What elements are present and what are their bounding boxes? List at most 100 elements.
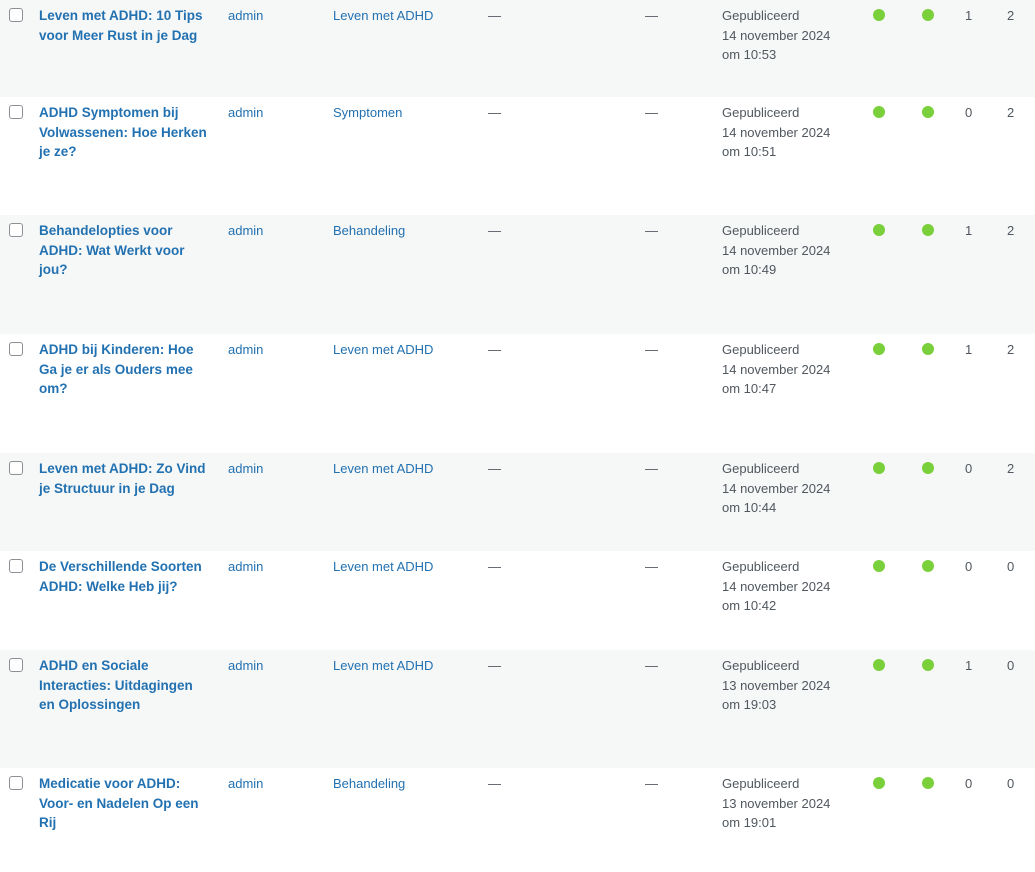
- post-title-link[interactable]: Leven met ADHD: Zo Vind je Structuur in …: [39, 459, 211, 498]
- category-link[interactable]: Leven met ADHD: [333, 557, 433, 577]
- author-link[interactable]: admin: [228, 656, 263, 676]
- seo-status-dot-icon: [873, 343, 885, 355]
- tags-value: —: [488, 559, 501, 574]
- author-link[interactable]: admin: [228, 221, 263, 241]
- status-text: Gepubliceerd: [722, 461, 800, 476]
- tags-value: —: [488, 776, 501, 791]
- comments-value: —: [645, 8, 658, 23]
- readability-status-dot-icon: [922, 777, 934, 789]
- tags-value: —: [488, 658, 501, 673]
- publish-date: Gepubliceerd 14 november 2024 om 10:51: [722, 103, 862, 162]
- publish-date: Gepubliceerd 13 november 2024 om 19:01: [722, 774, 862, 833]
- date-text: 14 november 2024: [722, 578, 831, 594]
- row-checkbox[interactable]: [9, 342, 23, 356]
- table-row: ADHD bij Kinderen: Hoe Ga je er als Oude…: [0, 334, 1035, 453]
- row-checkbox[interactable]: [9, 658, 23, 672]
- post-title-link[interactable]: ADHD en Sociale Interacties: Uitdagingen…: [39, 656, 211, 715]
- tags-value: —: [488, 461, 501, 476]
- count-value: 0: [1007, 658, 1015, 673]
- time-text: om 19:03: [722, 697, 777, 712]
- author-link[interactable]: admin: [228, 557, 263, 577]
- row-checkbox[interactable]: [9, 559, 23, 573]
- status-text: Gepubliceerd: [722, 105, 800, 120]
- post-title-link[interactable]: ADHD bij Kinderen: Hoe Ga je er als Oude…: [39, 340, 211, 399]
- readability-status-dot-icon: [922, 560, 934, 572]
- count-value: 1: [965, 658, 973, 673]
- comments-value: —: [645, 559, 658, 574]
- date-text: 14 november 2024: [722, 124, 831, 140]
- seo-status-dot-icon: [873, 659, 885, 671]
- count-value: 0: [965, 105, 973, 120]
- comments-value: —: [645, 342, 658, 357]
- count-value: 0: [1007, 776, 1015, 791]
- row-checkbox[interactable]: [9, 776, 23, 790]
- time-text: om 10:47: [722, 381, 777, 396]
- seo-status-dot-icon: [873, 560, 885, 572]
- seo-status-dot-icon: [873, 106, 885, 118]
- date-text: 14 november 2024: [722, 242, 831, 258]
- category-link[interactable]: Leven met ADHD: [333, 656, 433, 676]
- count-value: 2: [1007, 223, 1015, 238]
- seo-status-dot-icon: [873, 224, 885, 236]
- count-value: 1: [965, 223, 973, 238]
- category-link[interactable]: Behandeling: [333, 221, 405, 241]
- category-link[interactable]: Symptomen: [333, 103, 402, 123]
- count-value: 0: [965, 461, 973, 476]
- status-text: Gepubliceerd: [722, 342, 800, 357]
- row-checkbox[interactable]: [9, 461, 23, 475]
- seo-status-dot-icon: [873, 462, 885, 474]
- readability-status-dot-icon: [922, 462, 934, 474]
- time-text: om 19:01: [722, 815, 777, 830]
- publish-date: Gepubliceerd 13 november 2024 om 19:03: [722, 656, 862, 715]
- category-link[interactable]: Behandeling: [333, 774, 405, 794]
- category-link[interactable]: Leven met ADHD: [333, 340, 433, 360]
- status-text: Gepubliceerd: [722, 776, 800, 791]
- table-row: ADHD Symptomen bij Volwassenen: Hoe Herk…: [0, 97, 1035, 215]
- time-text: om 10:42: [722, 598, 777, 613]
- publish-date: Gepubliceerd 14 november 2024 om 10:42: [722, 557, 862, 616]
- post-title-link[interactable]: Leven met ADHD: 10 Tips voor Meer Rust i…: [39, 6, 211, 45]
- table-row: Behandelopties voor ADHD: Wat Werkt voor…: [0, 215, 1035, 334]
- publish-date: Gepubliceerd 14 november 2024 om 10:49: [722, 221, 862, 280]
- posts-table: Leven met ADHD: 10 Tips voor Meer Rust i…: [0, 0, 1035, 872]
- date-text: 13 november 2024: [722, 795, 831, 811]
- author-link[interactable]: admin: [228, 459, 263, 479]
- readability-status-dot-icon: [922, 343, 934, 355]
- author-link[interactable]: admin: [228, 103, 263, 123]
- comments-value: —: [645, 658, 658, 673]
- date-text: 14 november 2024: [722, 361, 831, 377]
- count-value: 1: [965, 8, 973, 23]
- category-link[interactable]: Leven met ADHD: [333, 6, 433, 26]
- count-value: 2: [1007, 8, 1015, 23]
- row-checkbox[interactable]: [9, 105, 23, 119]
- post-title-link[interactable]: Medicatie voor ADHD: Voor- en Nadelen Op…: [39, 774, 211, 833]
- comments-value: —: [645, 461, 658, 476]
- time-text: om 10:49: [722, 262, 777, 277]
- tags-value: —: [488, 223, 501, 238]
- time-text: om 10:51: [722, 144, 777, 159]
- category-link[interactable]: Leven met ADHD: [333, 459, 433, 479]
- post-title-link[interactable]: De Verschillende Soorten ADHD: Welke Heb…: [39, 557, 211, 596]
- table-row: De Verschillende Soorten ADHD: Welke Heb…: [0, 551, 1035, 650]
- date-text: 13 november 2024: [722, 677, 831, 693]
- row-checkbox[interactable]: [9, 223, 23, 237]
- status-text: Gepubliceerd: [722, 223, 800, 238]
- readability-status-dot-icon: [922, 659, 934, 671]
- count-value: 2: [1007, 461, 1015, 476]
- row-checkbox[interactable]: [9, 8, 23, 22]
- comments-value: —: [645, 223, 658, 238]
- author-link[interactable]: admin: [228, 774, 263, 794]
- readability-status-dot-icon: [922, 9, 934, 21]
- publish-date: Gepubliceerd 14 november 2024 om 10:53: [722, 6, 862, 65]
- author-link[interactable]: admin: [228, 6, 263, 26]
- status-text: Gepubliceerd: [722, 559, 800, 574]
- post-title-link[interactable]: ADHD Symptomen bij Volwassenen: Hoe Herk…: [39, 103, 211, 162]
- count-value: 2: [1007, 105, 1015, 120]
- post-title-link[interactable]: Behandelopties voor ADHD: Wat Werkt voor…: [39, 221, 211, 280]
- author-link[interactable]: admin: [228, 340, 263, 360]
- tags-value: —: [488, 105, 501, 120]
- count-value: 0: [965, 776, 973, 791]
- count-value: 0: [1007, 559, 1015, 574]
- count-value: 0: [965, 559, 973, 574]
- tags-value: —: [488, 342, 501, 357]
